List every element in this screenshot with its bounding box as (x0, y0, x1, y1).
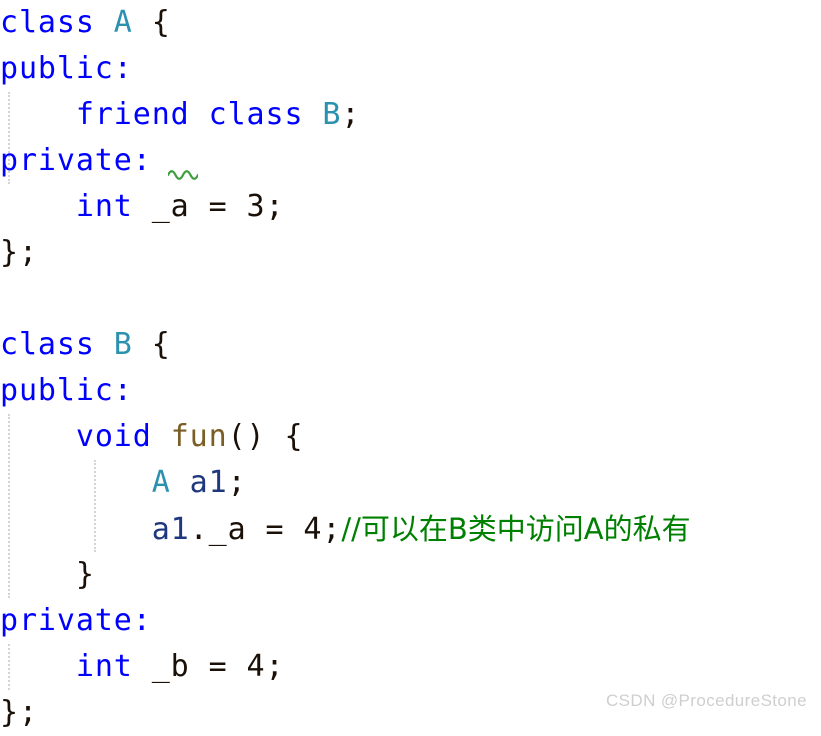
code-line[interactable]: } (0, 552, 95, 598)
code-token-punc (95, 5, 114, 40)
code-token-punc: ._a = (189, 512, 304, 547)
code-token-punc: }; (0, 235, 38, 270)
code-token-kw: friend (75, 97, 190, 132)
code-token-punc (0, 512, 152, 547)
code-token-punc: ; (341, 97, 361, 132)
code-token-punc (0, 97, 76, 132)
error-squiggle-icon (168, 170, 198, 180)
code-token-type: B (322, 97, 342, 132)
code-token-type: A (151, 465, 171, 500)
code-editor[interactable]: class A {public: friend class B; private:… (0, 0, 821, 733)
code-token-punc: ; (265, 649, 285, 684)
code-line[interactable]: }; (0, 230, 38, 276)
code-token-punc (0, 465, 152, 500)
code-line[interactable]: public: (0, 368, 133, 414)
code-token-punc: ; (265, 189, 285, 224)
code-token-punc: _a (151, 189, 190, 224)
code-token-punc (0, 189, 76, 224)
code-token-kw: : (132, 143, 152, 178)
code-line[interactable]: void fun() { (0, 414, 303, 460)
code-token-punc: }; (0, 695, 38, 730)
code-line[interactable]: class B { (0, 322, 171, 368)
code-token-kw: : (113, 373, 133, 408)
code-token-num: 4 (303, 512, 323, 547)
code-token-kw: class (208, 97, 304, 132)
code-token-type: B (113, 327, 133, 362)
code-token-punc: { (151, 327, 171, 362)
code-token-punc (0, 419, 76, 454)
code-token-kw: private (0, 143, 133, 178)
code-token-punc: _b (151, 649, 190, 684)
code-token-punc (303, 97, 322, 132)
code-token-var: a1 (189, 465, 228, 500)
code-token-punc: ; (227, 465, 247, 500)
code-token-kw: int (75, 189, 133, 224)
code-token-num: 4 (246, 649, 266, 684)
code-line[interactable]: class A { (0, 0, 171, 46)
code-token-punc: ; (322, 512, 342, 547)
code-line[interactable]: int _a = 3; (0, 184, 284, 230)
code-token-kw: class (0, 5, 95, 40)
code-token-punc (133, 327, 152, 362)
code-token-kw: void (75, 419, 152, 454)
watermark-text: CSDN @ProcedureStone (605, 691, 807, 710)
code-token-punc: } (0, 557, 95, 592)
code-line[interactable]: int _b = 4; (0, 644, 284, 690)
code-token-punc: { (151, 5, 171, 40)
code-token-punc (95, 327, 114, 362)
code-token-kw: : (113, 51, 133, 86)
code-token-punc (152, 419, 171, 454)
code-token-punc (133, 189, 152, 224)
code-line[interactable]: private: (0, 138, 152, 184)
code-token-type: A (113, 5, 133, 40)
code-token-punc: = (189, 189, 247, 224)
code-line[interactable]: A a1; (0, 460, 247, 506)
code-token-punc: = (189, 649, 247, 684)
code-token-punc: () { (227, 419, 304, 454)
code-line[interactable] (0, 276, 19, 322)
code-token-punc (0, 649, 76, 684)
code-token-punc (133, 5, 152, 40)
code-token-punc (171, 465, 190, 500)
code-line[interactable]: }; (0, 690, 38, 736)
code-token-kw: class (0, 327, 95, 362)
code-token-kw: private (0, 603, 133, 638)
code-token-kw: public (0, 373, 114, 408)
code-token-fn: fun (170, 419, 228, 454)
code-line[interactable]: a1._a = 4;//可以在B类中访问A的私有 (0, 506, 691, 552)
code-token-punc (133, 649, 152, 684)
code-token-kw: : (132, 603, 152, 638)
code-token-kw: public (0, 51, 114, 86)
code-line[interactable]: private: (0, 598, 152, 644)
code-token-comment: //可以在B类中访问A的私有 (341, 512, 691, 546)
code-line[interactable]: public: (0, 46, 133, 92)
code-token-kw: int (75, 649, 133, 684)
code-token-var: a1 (151, 512, 190, 547)
code-line[interactable]: friend class B; (0, 92, 360, 138)
code-token-punc (190, 97, 209, 132)
code-token-num: 3 (246, 189, 266, 224)
